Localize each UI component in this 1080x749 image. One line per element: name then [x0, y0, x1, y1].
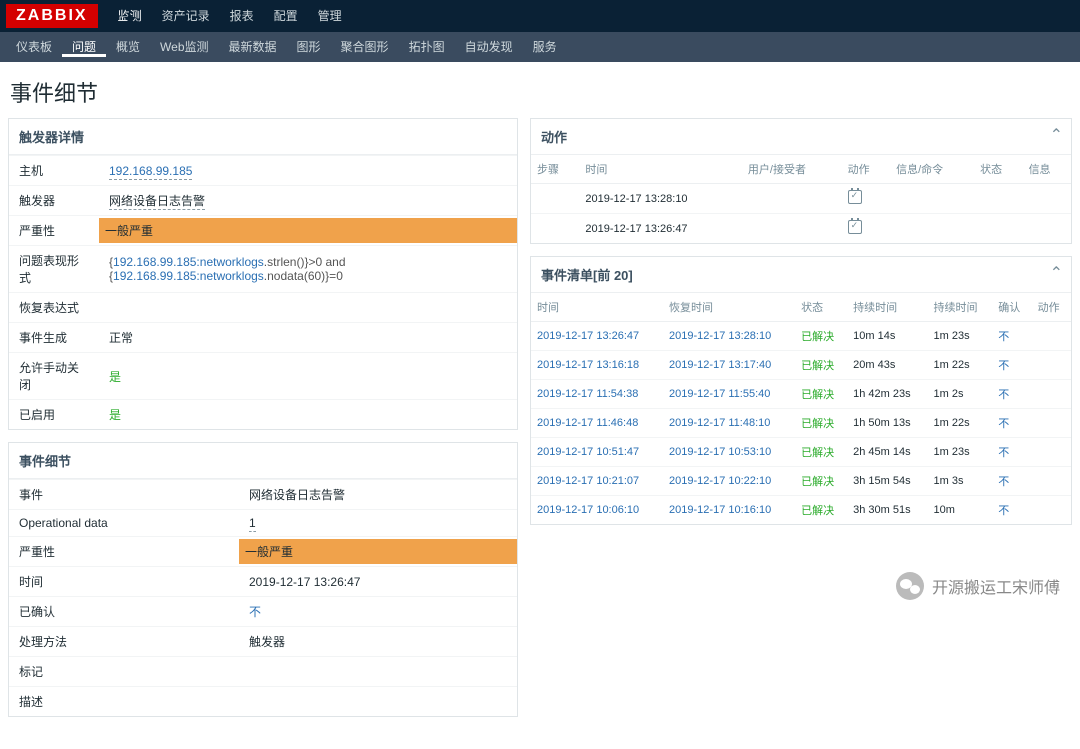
problem-expression: {192.168.99.185:networklogs.strlen()}>0 …: [99, 246, 517, 293]
ack-link[interactable]: 不: [998, 476, 1009, 488]
logo: ZABBIX: [6, 4, 98, 28]
calendar-check-icon[interactable]: [848, 190, 862, 204]
subnav-item[interactable]: 拓扑图: [399, 40, 455, 54]
topnav-item[interactable]: 管理: [308, 9, 352, 23]
topnav-item[interactable]: 报表: [220, 9, 264, 23]
wechat-icon: [896, 572, 924, 600]
topnav-item[interactable]: 监测: [108, 9, 152, 23]
subnav-item[interactable]: 概览: [106, 40, 150, 54]
event-time-link[interactable]: 2019-12-17 11:54:38: [537, 388, 638, 400]
event-detail-panel: 事件细节 事件网络设备日志告警 Operational data1 严重性一般严…: [8, 442, 518, 717]
subnav-item[interactable]: 仪表板: [6, 40, 62, 54]
ack-link[interactable]: 不: [998, 505, 1009, 517]
severity-badge: 一般严重: [239, 539, 517, 564]
trigger-name: 网络设备日志告警: [109, 194, 205, 210]
trigger-details-panel: 触发器详情 主机192.168.99.185 触发器网络设备日志告警 严重性一般…: [8, 118, 518, 430]
subnav-item[interactable]: 服务: [523, 40, 567, 54]
topnav-item[interactable]: 资产记录: [152, 9, 220, 23]
expr-item-link[interactable]: 192.168.99.185:networklogs: [113, 269, 264, 283]
event-time-link[interactable]: 2019-12-17 11:46:48: [537, 417, 638, 429]
table-row: 2019-12-17 13:28:10: [531, 184, 1071, 214]
recovery-time-link[interactable]: 2019-12-17 10:53:10: [669, 446, 771, 458]
event-detail-heading: 事件细节: [9, 443, 517, 479]
top-nav: ZABBIX 监测资产记录报表配置管理: [0, 0, 1080, 32]
sub-nav: 仪表板问题概览Web监测最新数据图形聚合图形拓扑图自动发现服务: [0, 32, 1080, 62]
ack-link[interactable]: 不: [249, 605, 261, 619]
event-list-heading: 事件清单[前 20]: [531, 257, 1071, 293]
table-row: 2019-12-17 13:26:472019-12-17 13:28:10已解…: [531, 322, 1071, 351]
table-row: 2019-12-17 10:06:102019-12-17 10:16:10已解…: [531, 496, 1071, 525]
page-title: 事件细节: [0, 62, 1080, 118]
ack-link[interactable]: 不: [998, 447, 1009, 459]
event-time-link[interactable]: 2019-12-17 13:26:47: [537, 330, 639, 342]
ack-link[interactable]: 不: [998, 360, 1009, 372]
actions-panel: 动作 ⌃ 步骤时间用户/接受者动作信息/命令状态信息2019-12-17 13:…: [530, 118, 1072, 244]
subnav-item[interactable]: 自动发现: [455, 40, 523, 54]
watermark: 开源搬运工宋师傅: [896, 572, 1060, 600]
recovery-time-link[interactable]: 2019-12-17 13:28:10: [669, 330, 771, 342]
recovery-time-link[interactable]: 2019-12-17 11:55:40: [669, 388, 770, 400]
event-time-link[interactable]: 2019-12-17 10:21:07: [537, 475, 639, 487]
table-row: 2019-12-17 11:46:482019-12-17 11:48:10已解…: [531, 409, 1071, 438]
collapse-icon[interactable]: ⌃: [1050, 125, 1063, 145]
ack-link[interactable]: 不: [998, 389, 1009, 401]
trigger-details-heading: 触发器详情: [9, 119, 517, 155]
event-time-link[interactable]: 2019-12-17 10:06:10: [537, 504, 639, 516]
table-row: 2019-12-17 10:51:472019-12-17 10:53:10已解…: [531, 438, 1071, 467]
calendar-check-icon[interactable]: [848, 220, 862, 234]
ack-link[interactable]: 不: [998, 418, 1009, 430]
recovery-time-link[interactable]: 2019-12-17 11:48:10: [669, 417, 770, 429]
recovery-time-link[interactable]: 2019-12-17 13:17:40: [669, 359, 771, 371]
recovery-time-link[interactable]: 2019-12-17 10:22:10: [669, 475, 771, 487]
table-row: 2019-12-17 11:54:382019-12-17 11:55:40已解…: [531, 380, 1071, 409]
topnav-item[interactable]: 配置: [264, 9, 308, 23]
table-row: 2019-12-17 13:16:182019-12-17 13:17:40已解…: [531, 351, 1071, 380]
table-row: 2019-12-17 10:21:072019-12-17 10:22:10已解…: [531, 467, 1071, 496]
subnav-item[interactable]: 问题: [62, 40, 106, 57]
severity-badge: 一般严重: [99, 218, 517, 243]
event-list-panel: 事件清单[前 20] ⌃ 时间恢复时间状态持续时间持续时间确认动作2019-12…: [530, 256, 1072, 525]
subnav-item[interactable]: 图形: [287, 40, 331, 54]
host-link[interactable]: 192.168.99.185: [109, 164, 192, 180]
event-time-link[interactable]: 2019-12-17 10:51:47: [537, 446, 639, 458]
subnav-item[interactable]: 聚合图形: [331, 40, 399, 54]
actions-heading: 动作: [531, 119, 1071, 155]
table-row: 2019-12-17 13:26:47: [531, 214, 1071, 244]
collapse-icon[interactable]: ⌃: [1050, 263, 1063, 283]
expr-item-link[interactable]: 192.168.99.185:networklogs: [113, 255, 264, 269]
event-time-link[interactable]: 2019-12-17 13:16:18: [537, 359, 639, 371]
subnav-item[interactable]: Web监测: [150, 40, 218, 54]
ack-link[interactable]: 不: [998, 331, 1009, 343]
recovery-time-link[interactable]: 2019-12-17 10:16:10: [669, 504, 771, 516]
subnav-item[interactable]: 最新数据: [219, 40, 287, 54]
